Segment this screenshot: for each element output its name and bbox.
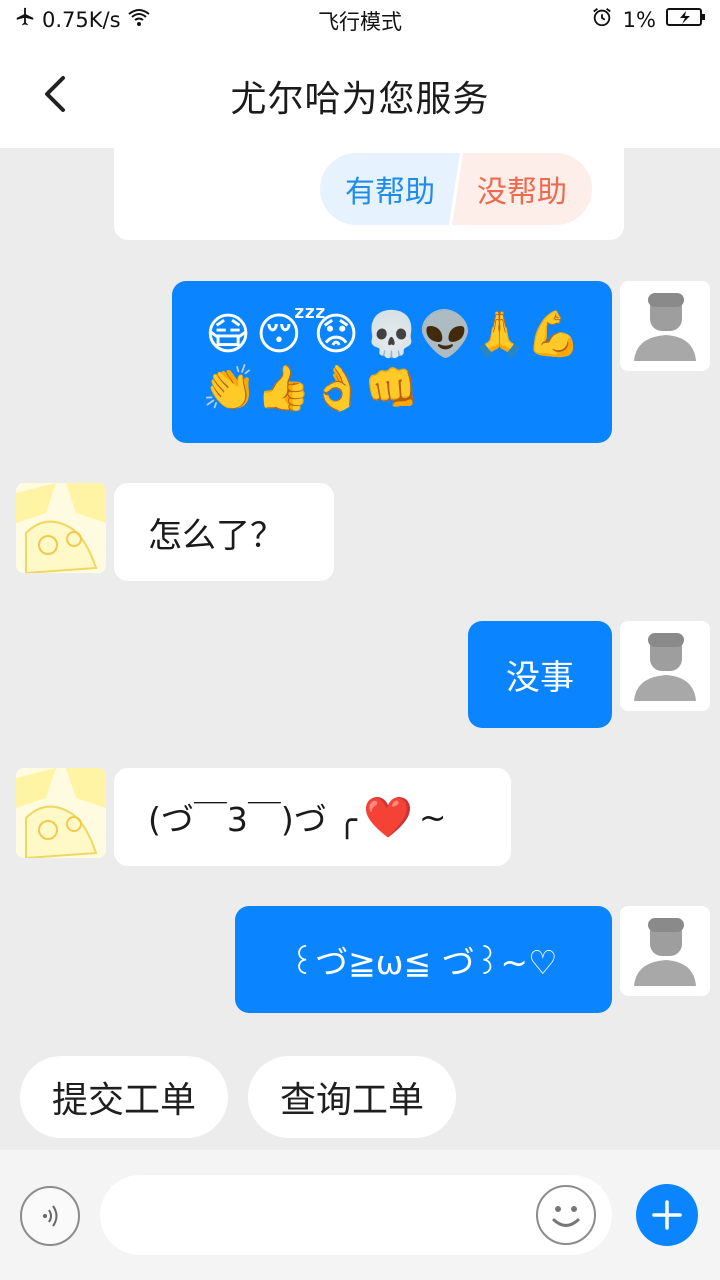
emoji: 👍 [256,363,311,414]
not-helpful-button[interactable]: 没帮助 [452,153,592,225]
bot-avatar[interactable] [16,768,106,858]
alarm-icon [591,6,613,33]
voice-icon [43,1205,58,1227]
status-bar: 0.75K/s 飞行模式 1% [0,0,720,40]
emoji: 🙏 [472,309,527,360]
battery-percent: 1% [622,7,656,32]
user-silhouette-icon [634,633,696,701]
bot-message: 怎么了？ [114,483,334,581]
submit-ticket-chip[interactable]: 提交工单 [20,1056,228,1138]
user-message: 没事 [468,621,612,728]
status-right: 1% [591,6,706,33]
user-avatar[interactable] [620,906,710,996]
emoji: 😷 [205,309,251,360]
emoji: 👏 [202,363,257,414]
emoji: 😴 [256,309,327,360]
emoji: 😟 [313,309,359,360]
emoji: 👽 [418,309,473,360]
bot-message: (づ￣3￣)づ ╭ ❤️ ~ [114,768,511,866]
emoji-button[interactable] [536,1185,596,1245]
user-silhouette-icon [634,918,696,986]
anime-avatar-icon [16,768,106,858]
helpful-button[interactable]: 有帮助 [320,153,460,225]
user-message-emoji: 😷 😴 😟 💀 👽 🙏 💪 👏 👍 👌 👊 [172,281,612,443]
page-title: 尤尔哈为您服务 [230,79,490,120]
user-message: ꒰づ≧ω≦ づ꒱~♡ [235,906,612,1013]
chat-header: 尤尔哈为您服务 [0,40,720,148]
battery-charging-icon [666,7,706,32]
anime-avatar-icon [16,483,106,573]
heart-emoji: ❤️ [363,794,413,841]
emoji: 💀 [364,309,419,360]
smiley-icon [552,1206,580,1227]
emoji: 👊 [364,363,419,414]
query-ticket-chip[interactable]: 查询工单 [248,1056,456,1138]
emoji: 💪 [526,309,581,360]
voice-button[interactable] [20,1186,80,1246]
kaomoji-text: (づ￣3￣)づ ╭ [148,800,358,839]
emoji: 👌 [310,363,365,414]
plus-icon [652,1200,682,1230]
user-avatar[interactable] [620,621,710,711]
bot-avatar[interactable] [16,483,106,573]
user-avatar[interactable] [620,281,710,371]
user-silhouette-icon [634,293,696,361]
tilde-text: ~ [418,797,447,837]
plus-button[interactable] [636,1184,698,1246]
